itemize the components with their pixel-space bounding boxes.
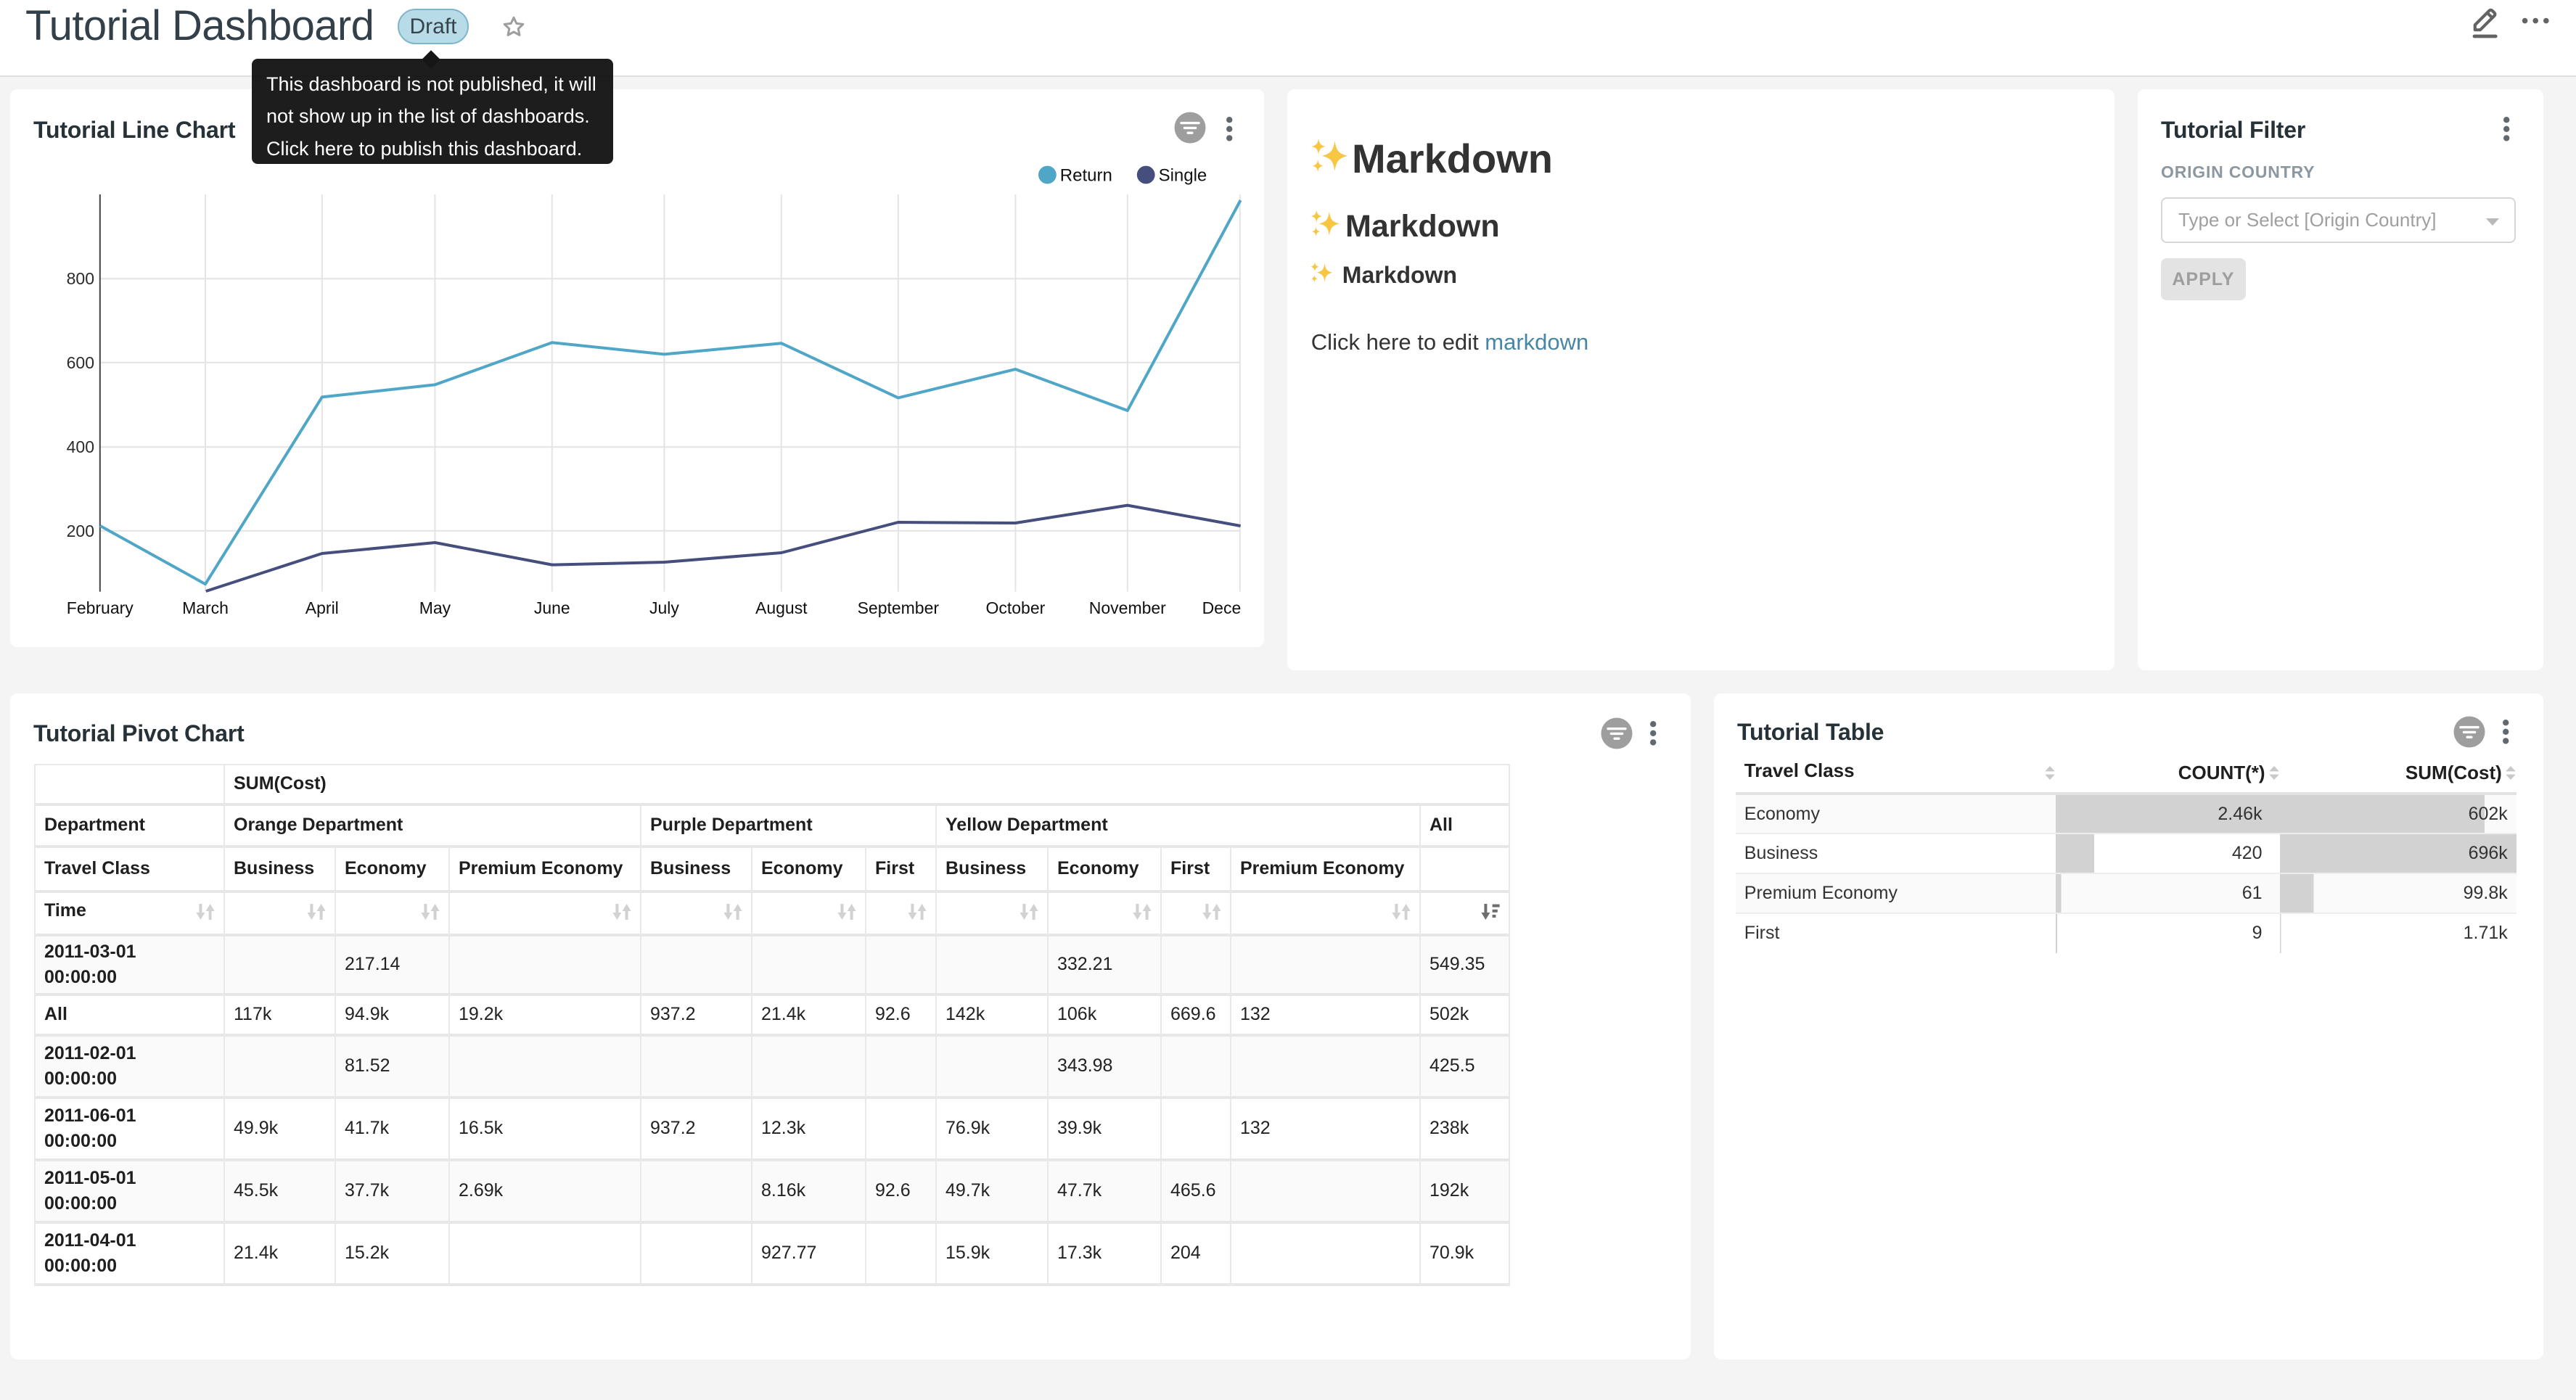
svg-text:600: 600: [67, 353, 94, 372]
svg-text:Single: Single: [1159, 166, 1207, 186]
svg-text:800: 800: [67, 269, 94, 288]
svg-text:April: April: [305, 598, 339, 617]
svg-text:June: June: [534, 598, 570, 617]
svg-text:September: September: [858, 598, 940, 617]
svg-text:200: 200: [67, 522, 94, 540]
svg-text:December: December: [1202, 598, 1242, 617]
svg-text:July: July: [649, 598, 679, 617]
svg-text:March: March: [182, 598, 229, 617]
svg-text:November: November: [1089, 598, 1166, 617]
svg-text:February: February: [67, 598, 134, 617]
svg-text:May: May: [419, 598, 451, 617]
svg-text:October: October: [986, 598, 1046, 617]
svg-text:Return: Return: [1060, 166, 1112, 186]
svg-text:400: 400: [67, 437, 94, 456]
svg-text:August: August: [755, 598, 808, 617]
